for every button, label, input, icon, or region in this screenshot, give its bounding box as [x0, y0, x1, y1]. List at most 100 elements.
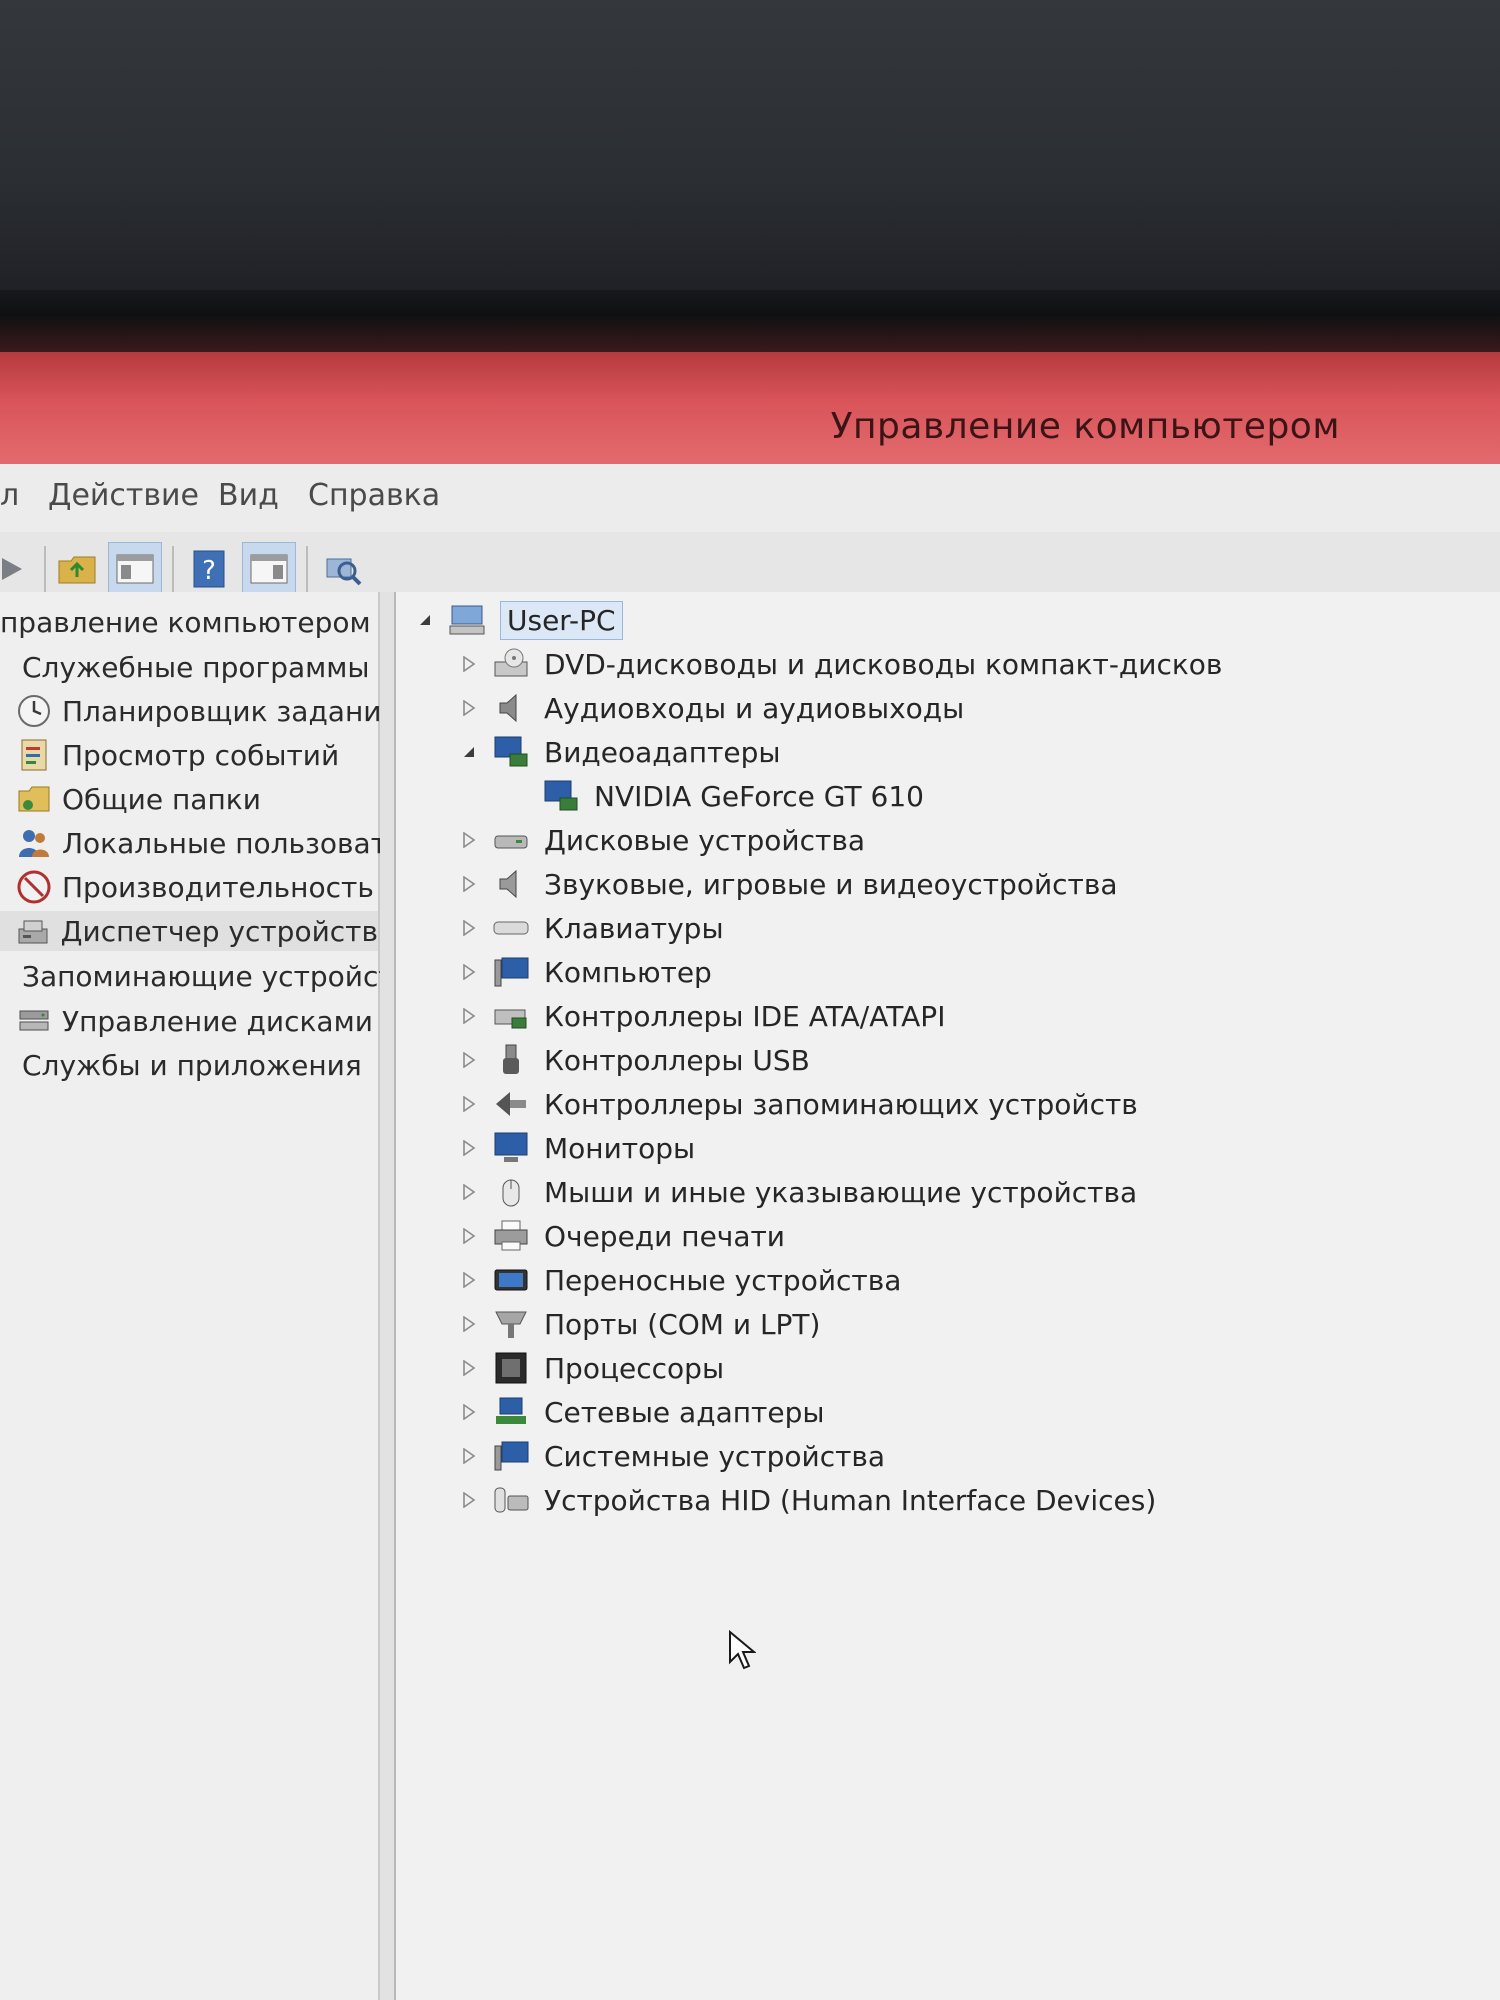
- nav-item-label: Просмотр событий: [62, 738, 340, 772]
- tree-item-label: Устройства HID (Human Interface Devices): [544, 1483, 1157, 1517]
- nav-item-label: Общие папки: [62, 782, 261, 816]
- nav-item-disk-management[interactable]: Управление дисками: [16, 1001, 373, 1041]
- tree-item-label: Контроллеры запоминающих устройств: [544, 1087, 1138, 1121]
- nav-item-label: Производительность: [62, 870, 374, 904]
- expand-icon[interactable]: [458, 1489, 480, 1511]
- tree-item-ide[interactable]: Контроллеры IDE ATA/ATAPI: [458, 996, 945, 1036]
- tree-item-system-devices[interactable]: Системные устройства: [458, 1436, 885, 1476]
- menu-view[interactable]: Вид: [218, 478, 279, 513]
- expand-icon[interactable]: [458, 1005, 480, 1027]
- nav-item-shared-folders[interactable]: Общие папки: [16, 779, 261, 819]
- tree-item-label: Мониторы: [544, 1131, 696, 1165]
- tree-item-display-adapters[interactable]: Видеоадаптеры: [458, 732, 781, 772]
- mouse-cursor-icon: [729, 1630, 756, 1670]
- tree-root[interactable]: User-PC: [414, 600, 623, 640]
- tree-item-label: Системные устройства: [544, 1439, 886, 1473]
- menu-help[interactable]: Справка: [308, 478, 440, 513]
- nav-item-local-users[interactable]: Локальные пользоват: [16, 823, 387, 863]
- tree-item-label: Переносные устройства: [544, 1263, 902, 1297]
- tree-item-processors[interactable]: Процессоры: [458, 1348, 724, 1388]
- network-adapter-icon: [496, 1397, 526, 1424]
- tree-item-label: Очереди печати: [544, 1219, 786, 1253]
- tree-item-print-queues[interactable]: Очереди печати: [458, 1216, 785, 1256]
- tree-item-computer[interactable]: Компьютер: [458, 952, 712, 992]
- tree-item-sound[interactable]: Звуковые, игровые и видеоустройства: [458, 864, 1118, 904]
- tree-item-dvd[interactable]: DVD-дисководы и дисководы компакт-дисков: [458, 644, 1222, 684]
- hid-icon: [494, 1487, 529, 1513]
- nav-item-storage[interactable]: Запоминающие устройст: [0, 956, 395, 996]
- display-adapter-icon: [494, 736, 528, 767]
- tree-item-monitors[interactable]: Мониторы: [458, 1128, 695, 1168]
- nav-item-device-manager[interactable]: Диспетчер устройств: [0, 911, 378, 951]
- svg-text:?: ?: [202, 556, 216, 586]
- expand-icon[interactable]: [458, 1357, 480, 1379]
- tree-item-label: Порты (COM и LPT): [544, 1307, 821, 1341]
- tree-item-label: Компьютер: [544, 955, 712, 989]
- nav-root[interactable]: правление компьютером (л: [0, 602, 408, 642]
- expand-icon[interactable]: [458, 1225, 480, 1247]
- tree-item-storage-controllers[interactable]: Контроллеры запоминающих устройств: [458, 1084, 1138, 1124]
- event-viewer-icon: [21, 739, 47, 771]
- ide-controller-icon: [494, 1009, 527, 1029]
- tree-item-disk-drives[interactable]: Дисковые устройства: [458, 820, 865, 860]
- menu-action[interactable]: Действие: [48, 478, 199, 513]
- tree-item-label: Контроллеры IDE ATA/ATAPI: [544, 999, 946, 1033]
- expand-icon[interactable]: [458, 1049, 480, 1071]
- tree-item-network-adapters[interactable]: Сетевые адаптеры: [458, 1392, 824, 1432]
- computer-icon: [494, 957, 529, 987]
- tree-item-audio-io[interactable]: Аудиовходы и аудиовыходы: [458, 688, 964, 728]
- action-pane-icon[interactable]: [242, 542, 296, 596]
- expand-icon[interactable]: [458, 961, 480, 983]
- expand-icon[interactable]: [458, 1313, 480, 1335]
- performance-icon: [17, 870, 51, 904]
- menu-file-fragment[interactable]: л: [0, 478, 19, 513]
- nav-item-system-tools[interactable]: Служебные программы: [0, 647, 369, 687]
- tree-child-gpu[interactable]: NVIDIA GeForce GT 610: [542, 776, 924, 816]
- expand-icon[interactable]: [458, 653, 480, 675]
- tree-item-label: Клавиатуры: [544, 911, 724, 945]
- nav-item-event-viewer[interactable]: Просмотр событий: [16, 735, 339, 775]
- nav-item-performance[interactable]: Производительность: [16, 867, 374, 907]
- help-icon[interactable]: ?: [182, 542, 236, 596]
- toolbar-separator: [172, 546, 174, 592]
- console-tree-icon[interactable]: [108, 542, 162, 596]
- up-folder-icon[interactable]: [50, 542, 104, 596]
- nav-item-services[interactable]: Службы и приложения: [0, 1045, 362, 1085]
- tree-item-label: Аудиовходы и аудиовыходы: [544, 691, 965, 725]
- monitor-bezel: [0, 0, 1500, 300]
- pane-splitter[interactable]: [380, 592, 396, 2000]
- forward-icon[interactable]: [0, 542, 40, 596]
- clock-icon: [18, 695, 50, 727]
- expand-icon[interactable]: [458, 873, 480, 895]
- collapse-icon[interactable]: [458, 741, 480, 763]
- tree-item-keyboards[interactable]: Клавиатуры: [458, 908, 724, 948]
- expand-icon[interactable]: [458, 1181, 480, 1203]
- collapse-icon[interactable]: [414, 609, 436, 631]
- expand-icon[interactable]: [458, 1269, 480, 1291]
- tree-item-label: Процессоры: [544, 1351, 725, 1385]
- speaker-icon: [499, 693, 517, 723]
- expand-icon[interactable]: [458, 697, 480, 719]
- disk-management-icon: [19, 1010, 49, 1031]
- expand-icon[interactable]: [458, 1445, 480, 1467]
- title-bar[interactable]: Управление компьютером: [0, 352, 1500, 464]
- tree-item-label: Мыши и иные указывающие устройства: [544, 1175, 1138, 1209]
- expand-icon[interactable]: [458, 829, 480, 851]
- disk-drive-icon: [494, 835, 528, 849]
- tree-item-usb[interactable]: Контроллеры USB: [458, 1040, 810, 1080]
- expand-icon[interactable]: [458, 1401, 480, 1423]
- nav-item-task-scheduler[interactable]: Планировщик задани: [16, 691, 381, 731]
- tree-item-mice[interactable]: Мыши и иные указывающие устройства: [458, 1172, 1137, 1212]
- scan-hardware-icon[interactable]: [316, 542, 370, 596]
- printer-icon: [494, 1220, 528, 1251]
- tree-item-ports[interactable]: Порты (COM и LPT): [458, 1304, 820, 1344]
- tree-item-label: NVIDIA GeForce GT 610: [594, 779, 924, 813]
- tree-item-portable-devices[interactable]: Переносные устройства: [458, 1260, 901, 1300]
- tree-item-hid[interactable]: Устройства HID (Human Interface Devices): [458, 1480, 1156, 1520]
- expand-icon[interactable]: [458, 1093, 480, 1115]
- expand-icon[interactable]: [458, 1137, 480, 1159]
- nav-item-label: Запоминающие устройст: [22, 959, 395, 993]
- shared-folders-icon: [18, 786, 50, 812]
- monitor-bezel-edge: [0, 290, 1500, 352]
- expand-icon[interactable]: [458, 917, 480, 939]
